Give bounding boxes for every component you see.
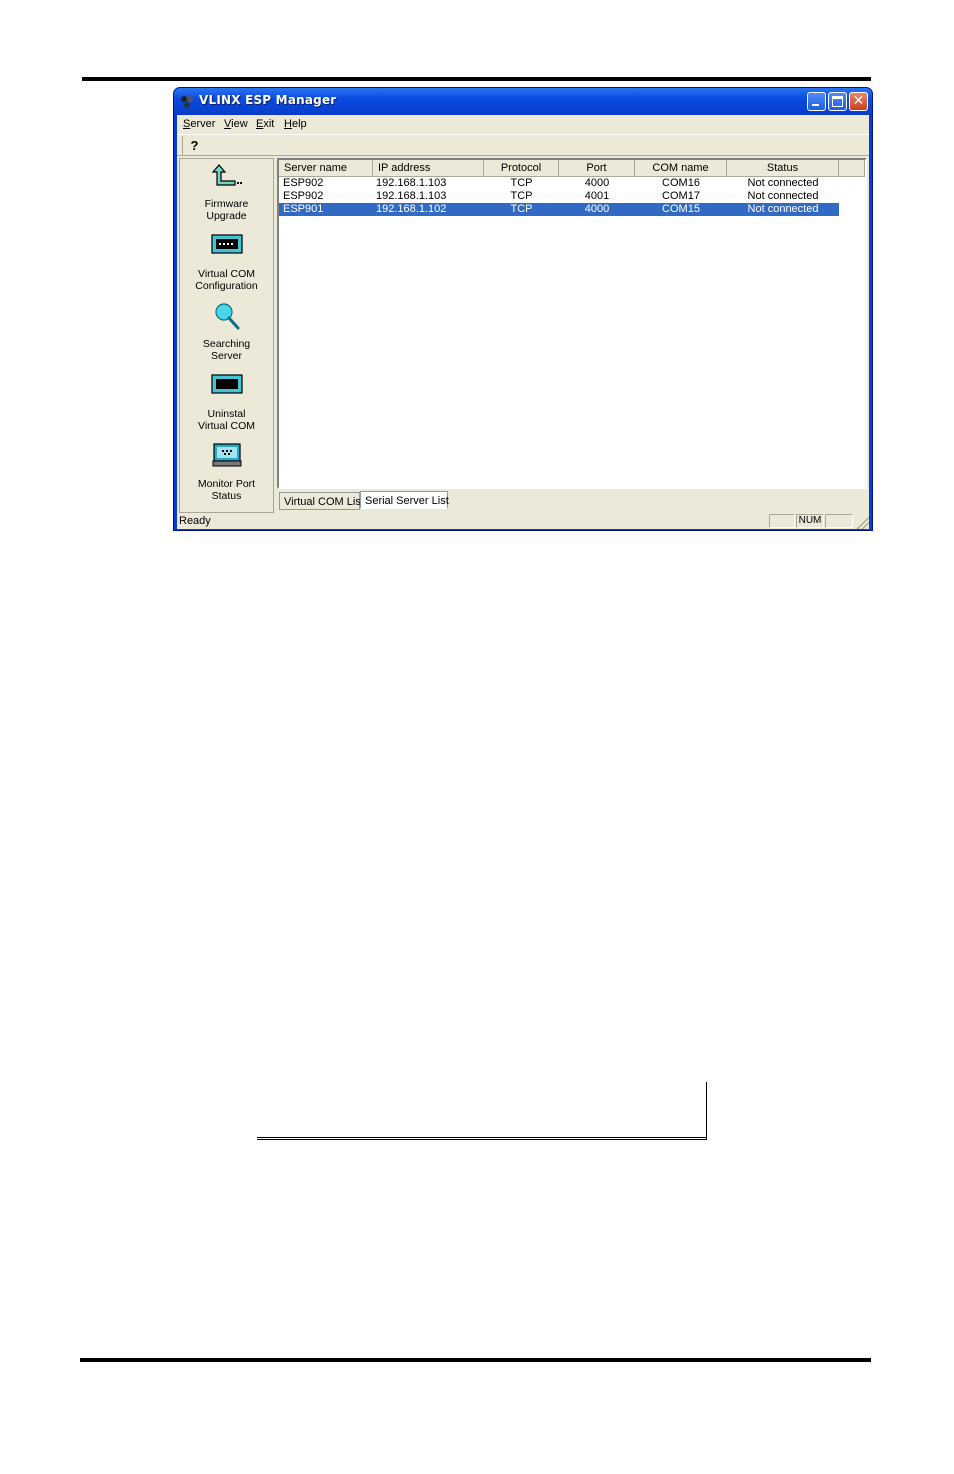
searching-server-label-line1: Searching bbox=[202, 338, 251, 350]
menu-exit[interactable]: Exit bbox=[256, 118, 274, 130]
cell-port: 4001 bbox=[584, 190, 610, 202]
cell-server-name: ESP902 bbox=[283, 190, 324, 202]
frame-horizontal-line bbox=[257, 1139, 707, 1140]
cell-port: 4000 bbox=[584, 203, 610, 215]
cell-server-name: ESP902 bbox=[283, 177, 324, 189]
cell-status: Not connected bbox=[747, 190, 819, 202]
frame-horizontal-line bbox=[257, 1137, 707, 1138]
monitor-port-status-icon bbox=[211, 441, 243, 473]
cell-ip-address: 192.168.1.103 bbox=[376, 190, 447, 202]
status-pane-scroll bbox=[825, 514, 853, 528]
tab-strip: Virtual COM List Serial Server List bbox=[277, 489, 867, 513]
column-header-filler bbox=[839, 160, 865, 177]
page-top-rule bbox=[82, 77, 871, 81]
cell-status: Not connected bbox=[747, 177, 819, 189]
column-header-com-name[interactable]: COM name bbox=[635, 160, 727, 177]
tab-serial-server-list[interactable]: Serial Server List bbox=[360, 491, 449, 509]
help-icon: ? bbox=[190, 138, 199, 153]
help-button[interactable]: ? bbox=[182, 136, 206, 155]
virtual-com-configuration-icon bbox=[210, 231, 243, 263]
frame-vertical-line bbox=[706, 1082, 707, 1140]
menu-view[interactable]: View bbox=[224, 118, 248, 130]
resize-grip-icon[interactable] bbox=[855, 515, 869, 529]
searching-server-icon bbox=[211, 301, 243, 333]
status-pane-caps bbox=[769, 514, 795, 528]
virtual-com-configuration-label-line1: Virtual COM bbox=[198, 268, 255, 280]
minimize-button[interactable] bbox=[807, 92, 826, 111]
uninstal-virtual-com-icon bbox=[210, 371, 243, 403]
menu-bar: Server View Exit Help bbox=[177, 115, 869, 134]
table-row-selected[interactable]: ESP901 192.168.1.102 TCP 4000 COM15 Not … bbox=[279, 203, 839, 216]
column-header-protocol[interactable]: Protocol bbox=[484, 160, 559, 177]
cell-com-name: COM15 bbox=[662, 203, 700, 215]
column-header-ip-address[interactable]: IP address bbox=[373, 160, 484, 177]
cell-protocol: TCP bbox=[510, 190, 533, 202]
cell-protocol: TCP bbox=[510, 203, 533, 215]
toolbar: ? bbox=[177, 134, 869, 156]
uninstal-virtual-com-button[interactable]: Uninstal Virtual COM bbox=[180, 371, 273, 432]
maximize-button[interactable] bbox=[828, 92, 847, 111]
server-list-view[interactable]: Server name IP address Protocol Port COM… bbox=[277, 158, 867, 489]
app-icon bbox=[179, 94, 195, 110]
firmware-upgrade-button[interactable]: Firmware Upgrade bbox=[180, 161, 273, 222]
app-window: VLINX ESP Manager ✕ Server View Exit Hel… bbox=[173, 87, 873, 531]
cell-ip-address: 192.168.1.103 bbox=[376, 177, 447, 189]
firmware-upgrade-label-line2: Upgrade bbox=[206, 210, 247, 222]
cell-port: 4000 bbox=[584, 177, 610, 189]
uninstal-virtual-com-label-line2: Virtual COM bbox=[198, 420, 255, 432]
cell-ip-address: 192.168.1.102 bbox=[376, 203, 447, 215]
virtual-com-configuration-label-line2: Configuration bbox=[195, 280, 258, 292]
status-bar: Ready NUM bbox=[177, 513, 869, 529]
page-bottom-rule bbox=[80, 1358, 871, 1362]
menu-help[interactable]: Help bbox=[284, 118, 307, 130]
empty-frame bbox=[257, 1082, 707, 1140]
tab-virtual-com-list[interactable]: Virtual COM List bbox=[279, 492, 364, 510]
close-button[interactable]: ✕ bbox=[849, 92, 868, 111]
cell-status: Not connected bbox=[747, 203, 819, 215]
column-header-server-name[interactable]: Server name bbox=[279, 160, 373, 177]
title-bar[interactable]: VLINX ESP Manager ✕ bbox=[174, 88, 872, 115]
monitor-port-status-label-line2: Status bbox=[211, 490, 242, 502]
cell-server-name: ESP901 bbox=[283, 203, 324, 215]
window-title: VLINX ESP Manager bbox=[199, 93, 337, 107]
cell-protocol: TCP bbox=[510, 177, 533, 189]
table-row[interactable]: ESP902 192.168.1.103 TCP 4000 COM16 Not … bbox=[279, 177, 865, 190]
cell-com-name: COM17 bbox=[662, 190, 700, 202]
firmware-upgrade-label-line1: Firmware bbox=[204, 198, 249, 210]
monitor-port-status-button[interactable]: Monitor Port Status bbox=[180, 441, 273, 502]
menu-server[interactable]: Server bbox=[183, 118, 215, 130]
maximize-icon bbox=[832, 96, 843, 107]
column-header-status[interactable]: Status bbox=[727, 160, 839, 177]
monitor-port-status-label-line1: Monitor Port bbox=[197, 478, 256, 490]
client-area: Server View Exit Help ? FirmwareUpgrade bbox=[177, 115, 869, 529]
column-header-port[interactable]: Port bbox=[559, 160, 635, 177]
status-pane-num: NUM bbox=[796, 514, 824, 528]
minimize-icon bbox=[812, 104, 819, 106]
list-rows: ESP902 192.168.1.103 TCP 4000 COM16 Not … bbox=[279, 177, 865, 216]
virtual-com-configuration-button[interactable]: Virtual COM Configuration bbox=[180, 231, 273, 292]
uninstal-virtual-com-label-line1: Uninstal bbox=[207, 408, 246, 420]
table-row[interactable]: ESP902 192.168.1.103 TCP 4001 COM17 Not … bbox=[279, 190, 865, 203]
shortcut-bar: Firmware Upgrade Virtual COM Configuration bbox=[179, 158, 274, 513]
searching-server-label-line2: Server bbox=[211, 350, 242, 362]
close-icon: ✕ bbox=[852, 93, 865, 109]
searching-server-button[interactable]: Searching Server bbox=[180, 301, 273, 362]
list-header: Server name IP address Protocol Port COM… bbox=[279, 160, 865, 177]
cell-com-name: COM16 bbox=[662, 177, 700, 189]
status-text: Ready bbox=[179, 515, 211, 527]
firmware-upgrade-icon bbox=[211, 161, 243, 193]
